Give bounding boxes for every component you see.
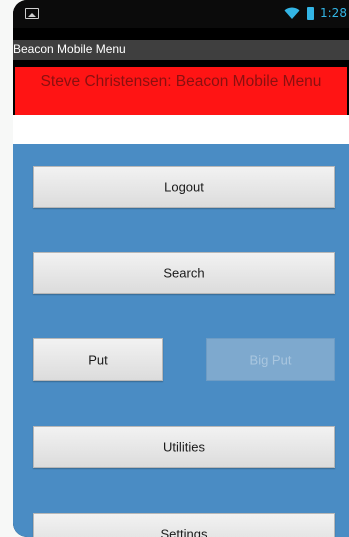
logout-button[interactable]: Logout: [33, 166, 335, 208]
put-button-label: Put: [88, 352, 108, 367]
utilities-button[interactable]: Utilities: [33, 426, 335, 468]
search-button[interactable]: Search: [33, 252, 335, 294]
user-header-banner: Steve Christensen: Beacon Mobile Menu: [15, 67, 347, 115]
status-bar: 1:28: [13, 0, 349, 28]
header-spacer: [13, 115, 349, 144]
put-button[interactable]: Put: [33, 338, 163, 381]
logout-button-label: Logout: [164, 179, 204, 195]
phone-screen: 1:28 Beacon Mobile Menu Steve Christense…: [13, 0, 349, 537]
phone-frame: 1:28 Beacon Mobile Menu Steve Christense…: [0, 0, 349, 537]
big-put-button[interactable]: Big Put: [206, 338, 335, 381]
settings-button-label: Settings: [160, 526, 208, 537]
app-title: Beacon Mobile Menu: [13, 42, 126, 56]
status-clock: 1:28: [320, 6, 347, 20]
utilities-button-label: Utilities: [163, 439, 205, 455]
image-icon: [25, 8, 39, 19]
user-header-text: Steve Christensen: Beacon Mobile Menu: [40, 73, 322, 90]
settings-button[interactable]: Settings: [33, 513, 335, 537]
battery-icon: [307, 7, 314, 20]
search-button-label: Search: [163, 265, 205, 281]
wifi-icon: [284, 7, 300, 19]
app-title-bar: Beacon Mobile Menu: [13, 40, 349, 60]
menu-panel: Logout Search Put Big Put Utilities Sett…: [13, 144, 349, 537]
big-put-button-label: Big Put: [249, 352, 292, 367]
